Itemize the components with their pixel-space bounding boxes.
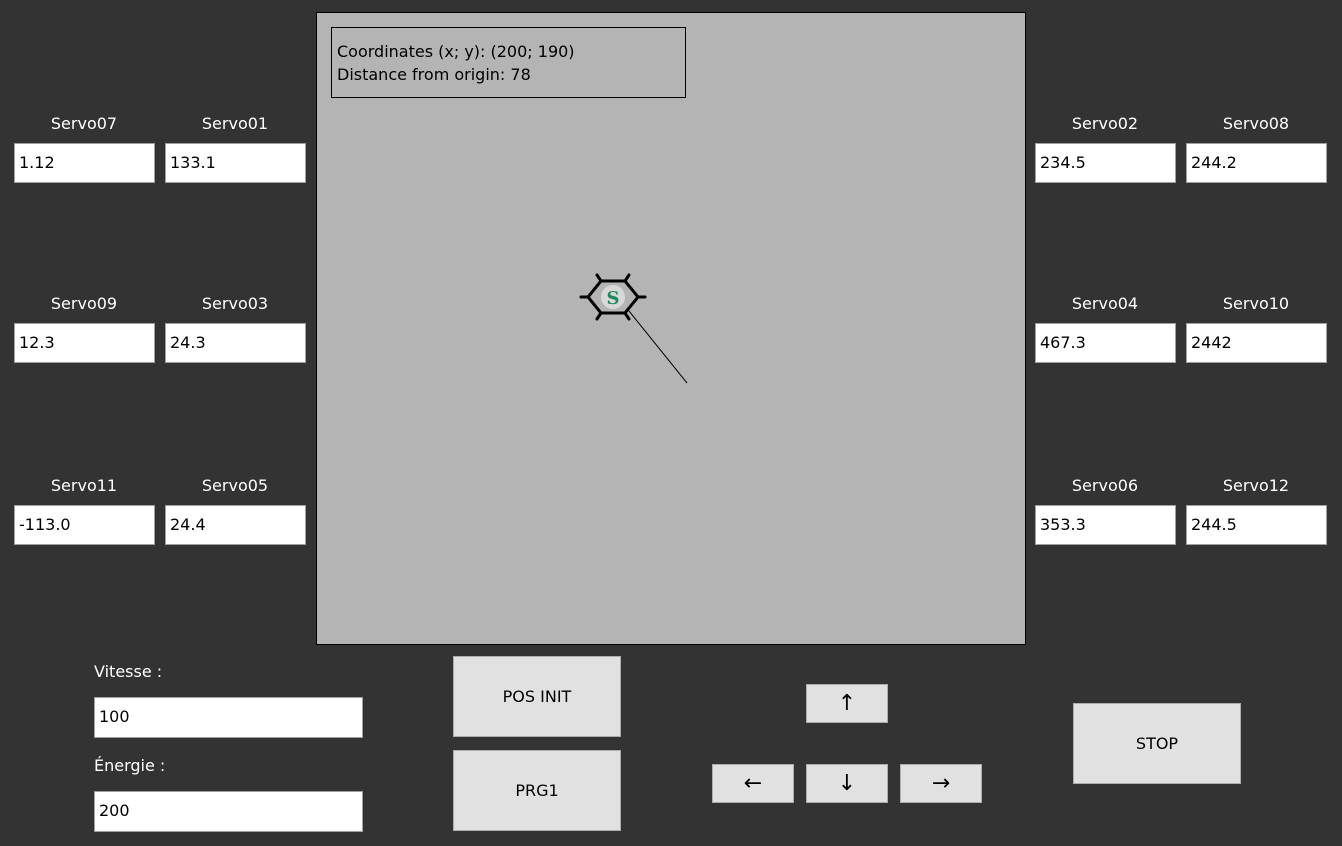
simulation-canvas[interactable]: Coordinates (x; y): (200; 190) Distance … <box>316 12 1026 645</box>
pos-init-button[interactable]: POS INIT <box>453 656 621 737</box>
stop-button[interactable]: STOP <box>1073 703 1241 784</box>
canvas-drawing: S <box>579 273 688 384</box>
servo03-field[interactable]: 24.3 <box>165 323 306 363</box>
servo12-field[interactable]: 244.5 <box>1186 505 1327 545</box>
servo01-field[interactable]: 133.1 <box>165 143 306 183</box>
heading-line <box>628 310 688 384</box>
servo05-label: Servo05 <box>201 476 269 495</box>
servo02-label: Servo02 <box>1071 114 1139 133</box>
servo06-label: Servo06 <box>1071 476 1139 495</box>
servo04-label: Servo04 <box>1071 294 1139 313</box>
robot-logo: S <box>607 288 620 309</box>
vitesse-label: Vitesse : <box>94 662 163 681</box>
servo06-field[interactable]: 353.3 <box>1035 505 1176 545</box>
arrow-right-button[interactable]: → <box>900 764 982 803</box>
servo02-field[interactable]: 234.5 <box>1035 143 1176 183</box>
servo04-field[interactable]: 467.3 <box>1035 323 1176 363</box>
arrow-left-button[interactable]: ← <box>712 764 794 803</box>
energie-field[interactable]: 200 <box>94 791 363 832</box>
vitesse-field[interactable]: 100 <box>94 697 363 738</box>
arrow-down-button[interactable]: ↓ <box>806 764 888 803</box>
servo07-field[interactable]: 1.12 <box>14 143 155 183</box>
servo09-label: Servo09 <box>50 294 118 313</box>
hexapod-robot-icon: S <box>579 273 647 321</box>
servo12-label: Servo12 <box>1222 476 1290 495</box>
servo07-label: Servo07 <box>50 114 118 133</box>
servo08-field[interactable]: 244.2 <box>1186 143 1327 183</box>
servo08-label: Servo08 <box>1222 114 1290 133</box>
servo09-field[interactable]: 12.3 <box>14 323 155 363</box>
servo03-label: Servo03 <box>201 294 269 313</box>
servo11-field[interactable]: -113.0 <box>14 505 155 545</box>
prg1-button[interactable]: PRG1 <box>453 750 621 831</box>
servo10-label: Servo10 <box>1222 294 1290 313</box>
servo11-label: Servo11 <box>50 476 118 495</box>
servo10-field[interactable]: 2442 <box>1186 323 1327 363</box>
energie-label: Énergie : <box>94 756 166 775</box>
servo01-label: Servo01 <box>201 114 269 133</box>
arrow-up-button[interactable]: ↑ <box>806 684 888 723</box>
servo05-field[interactable]: 24.4 <box>165 505 306 545</box>
